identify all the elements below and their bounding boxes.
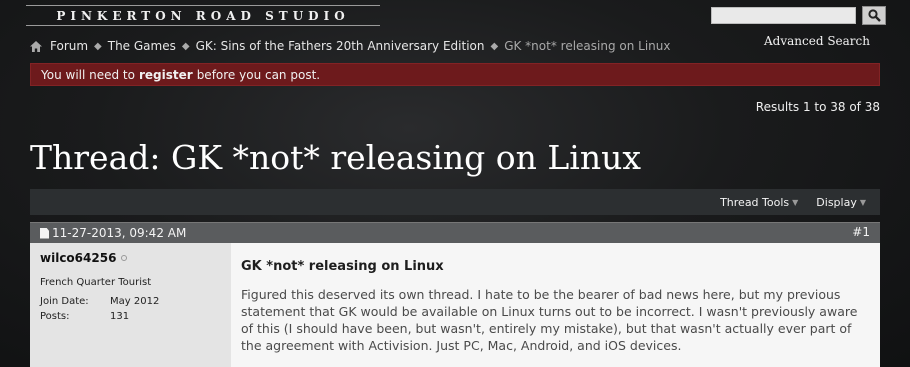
thread-tools-label: Thread Tools xyxy=(720,195,790,209)
chevron-down-icon: ▼ xyxy=(792,197,799,207)
magnifier-icon xyxy=(867,9,881,22)
post-number-link[interactable]: #1 xyxy=(852,225,870,239)
breadcrumb-gk-sins[interactable]: GK: Sins of the Fathers 20th Anniversary… xyxy=(196,39,485,53)
thread-tools-menu[interactable]: Thread Tools ▼ xyxy=(720,196,798,209)
post-title: GK *not* releasing on Linux xyxy=(241,259,444,274)
chevron-down-icon: ▼ xyxy=(859,197,866,207)
notice-prefix: You will need to xyxy=(41,67,135,82)
search-input[interactable] xyxy=(711,7,856,24)
results-count: Results 1 to 38 of 38 xyxy=(755,100,880,114)
posts-label: Posts: xyxy=(40,311,70,322)
post-header: 11-27-2013, 09:42 AM #1 xyxy=(30,222,880,243)
join-date-label: Join Date: xyxy=(40,296,89,307)
register-notice: You will need to register before you can… xyxy=(30,63,880,86)
advanced-search-link[interactable]: Advanced Search xyxy=(764,34,870,48)
document-icon xyxy=(40,227,49,239)
thread-toolbar: Thread Tools ▼ Display ▼ xyxy=(30,189,880,215)
breadcrumb-separator-icon: ◆ xyxy=(94,40,102,52)
notice-suffix: before you can post. xyxy=(196,67,321,82)
site-logo[interactable]: PINKERTON ROAD STUDIO xyxy=(26,5,380,26)
username-container: wilco64256 xyxy=(40,251,221,265)
breadcrumb-separator-icon: ◆ xyxy=(181,40,190,52)
user-title: French Quarter Tourist xyxy=(40,277,152,288)
page-title: Thread: GK *not* releasing on Linux xyxy=(30,138,641,177)
home-icon[interactable] xyxy=(30,40,42,52)
breadcrumb-separator-icon: ◆ xyxy=(490,40,499,52)
breadcrumb: Forum ◆ The Games ◆ GK: Sins of the Fath… xyxy=(30,38,671,54)
breadcrumb-the-games[interactable]: The Games xyxy=(108,39,176,53)
breadcrumb-forum[interactable]: Forum xyxy=(50,39,88,53)
posts-value: 131 xyxy=(110,311,130,322)
display-label: Display xyxy=(816,195,857,209)
post-date: 11-27-2013, 09:42 AM xyxy=(52,226,187,240)
breadcrumb-current: GK *not* releasing on Linux xyxy=(504,39,671,53)
post-body: GK *not* releasing on Linux Figured this… xyxy=(231,243,880,367)
user-stats: Join Date: May 2012 Posts: 131 xyxy=(40,296,221,326)
offline-status-icon xyxy=(121,255,128,261)
register-link[interactable]: register xyxy=(139,68,193,82)
user-info-panel: wilco64256 French Quarter Tourist Join D… xyxy=(30,243,231,367)
join-date-value: May 2012 xyxy=(110,296,160,307)
username-link[interactable]: wilco64256 xyxy=(40,251,116,265)
display-menu[interactable]: Display ▼ xyxy=(816,196,866,209)
post-content: Figured this deserved its own thread. I … xyxy=(241,287,858,353)
search-button[interactable] xyxy=(862,6,886,25)
